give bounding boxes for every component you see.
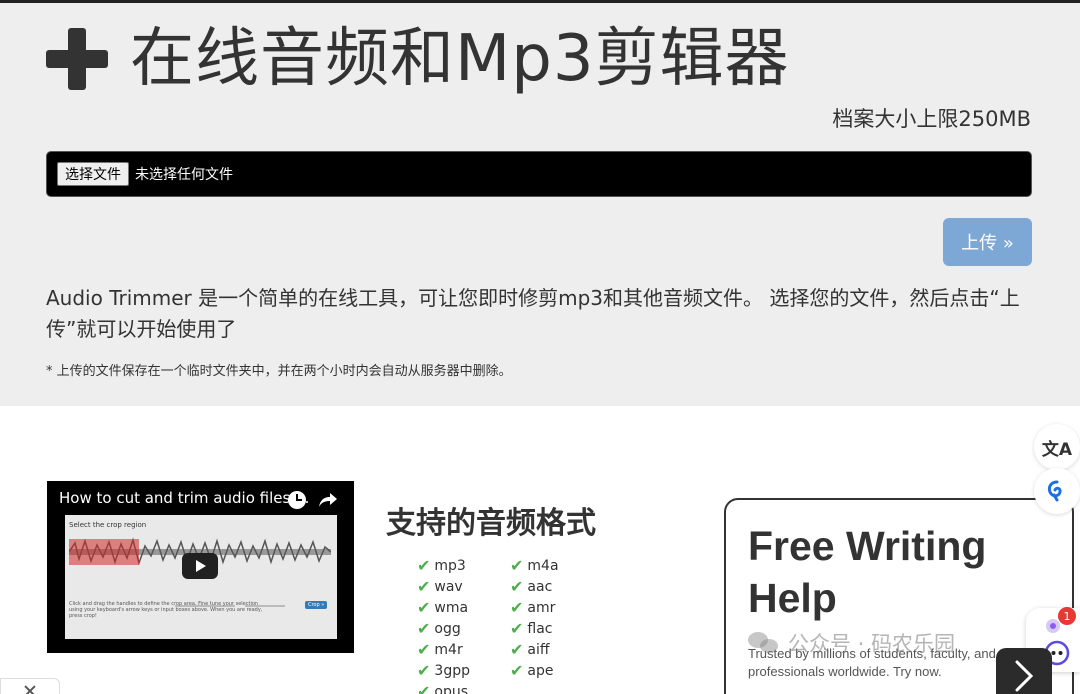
check-icon: ✔ <box>510 661 524 680</box>
notification-badge: 1 <box>1058 607 1076 625</box>
file-input[interactable]: 选择文件 未选择任何文件 <box>46 151 1032 197</box>
upload-button[interactable]: 上传 » <box>943 218 1032 266</box>
plus-icon <box>46 28 108 90</box>
watermark-text: 公众号 · 码农乐园 <box>788 632 956 656</box>
check-icon: ✔ <box>417 556 431 575</box>
share-icon[interactable] <box>319 493 337 507</box>
format-item: ✔ wma <box>417 598 469 617</box>
description: Audio Trimmer 是一个简单的在线工具，可让您即时修剪mp3和其他音频… <box>46 286 1020 341</box>
format-item: ✔ 3gpp <box>417 661 470 680</box>
swirl-icon <box>1047 480 1062 502</box>
check-icon: ✔ <box>417 640 431 659</box>
format-item: ✔ aac <box>510 577 553 596</box>
assistant-button[interactable] <box>1034 468 1080 514</box>
page-title: 在线音频和Mp3剪辑器 <box>46 19 790 99</box>
play-icon[interactable] <box>182 553 218 579</box>
next-arrow-button[interactable] <box>996 648 1052 694</box>
check-icon: ✔ <box>510 640 524 659</box>
title-text: 在线音频和Mp3剪辑器 <box>130 22 790 96</box>
format-item: ✔ wav <box>417 577 463 596</box>
check-icon: ✔ <box>417 598 431 617</box>
translate-button[interactable]: 文A <box>1034 424 1080 470</box>
format-item: ✔ ape <box>510 661 554 680</box>
watermark: 公众号 · 码农乐园 <box>748 628 955 658</box>
format-item: ✔ m4r <box>417 640 463 659</box>
tutorial-video[interactable]: Select the crop region Click and drag th… <box>47 481 354 653</box>
wechat-icon <box>748 630 780 656</box>
check-icon: ✔ <box>510 556 524 575</box>
translate-icon: 文A <box>1041 439 1073 460</box>
format-item: ✔ flac <box>510 619 553 638</box>
choose-file-button[interactable]: 选择文件 <box>57 162 129 186</box>
video-title: How to cut and trim audio files ... <box>59 489 310 507</box>
check-icon: ✔ <box>417 682 431 694</box>
video-crop-button: Crop » <box>305 601 328 609</box>
file-status: 未选择任何文件 <box>135 167 233 183</box>
format-item: ✔ ogg <box>417 619 461 638</box>
storage-note: * 上传的文件保存在一个临时文件夹中，并在两个小时内会自动从服务器中删除。 <box>46 364 512 379</box>
check-icon: ✔ <box>417 619 431 638</box>
formats-title: 支持的音频格式 <box>386 506 596 541</box>
check-icon: ✔ <box>510 577 524 596</box>
format-item: ✔ mp3 <box>417 556 466 575</box>
format-item: ✔ opus <box>417 682 468 694</box>
check-icon: ✔ <box>510 619 524 638</box>
check-icon: ✔ <box>417 661 431 680</box>
hero-section: 在线音频和Mp3剪辑器 档案大小上限250MB 选择文件 未选择任何文件 上传 … <box>0 3 1080 406</box>
ad-title: Free Writing Help <box>748 523 987 621</box>
check-icon: ✔ <box>510 598 524 617</box>
chevron-right-icon <box>1015 660 1034 692</box>
format-item: ✔ amr <box>510 598 556 617</box>
video-help-text: Click and drag the handles to define the… <box>69 601 263 619</box>
check-icon: ✔ <box>417 577 431 596</box>
clock-icon[interactable] <box>288 491 306 509</box>
close-icon[interactable] <box>0 678 60 694</box>
file-size-limit: 档案大小上限250MB <box>832 107 1031 131</box>
video-step-text: Select the crop region <box>69 521 147 529</box>
format-item: ✔ aiff <box>510 640 550 659</box>
format-item: ✔ m4a <box>510 556 559 575</box>
